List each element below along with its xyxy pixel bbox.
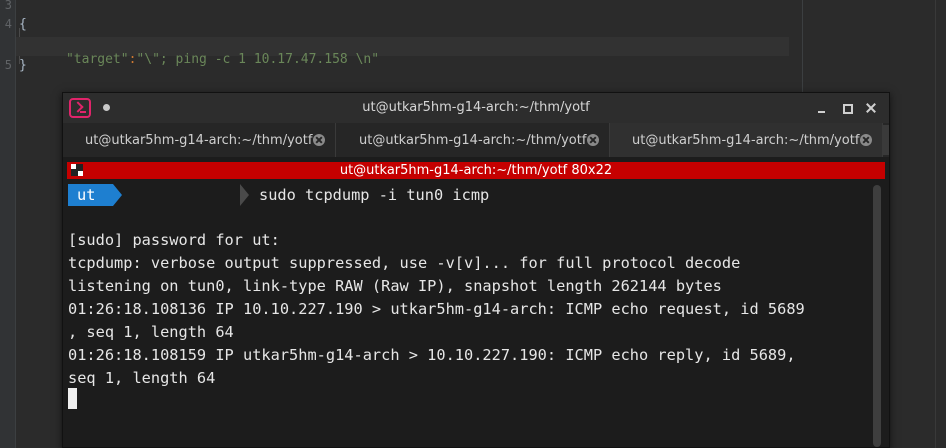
prompt-line: ~/thm/yotf ut sudo tcpdump -i tun0 icmp <box>68 184 588 206</box>
line-number: 5 <box>4 58 12 72</box>
json-key: "target" <box>65 52 129 67</box>
terminal-window[interactable]: ut@utkar5hm-g14-arch:~/thm/yotf ut@utkar… <box>62 92 890 448</box>
window-title: ut@utkar5hm-g14-arch:~/thm/yotf <box>362 100 590 115</box>
tab-scroll-handle[interactable] <box>883 125 889 155</box>
line-number: 3 <box>4 0 12 12</box>
powerline-arrow-icon <box>240 184 249 206</box>
tab-1[interactable]: ut@utkar5hm-g14-arch:~/thm/yotf <box>63 123 336 157</box>
tab-label: ut@utkar5hm-g14-arch:~/thm/yotf <box>85 133 313 148</box>
output-line: 01:26:18.108159 IP utkar5hm-g14-arch > 1… <box>68 346 796 364</box>
prompt-path: ~/thm/yotf <box>113 184 240 206</box>
tab-close-icon[interactable] <box>313 134 325 146</box>
terminal-output[interactable]: ~/thm/yotf ut sudo tcpdump -i tun0 icmp … <box>67 181 873 448</box>
output-line: seq 1, length 64 <box>68 369 216 387</box>
json-value: "\"; ping -c 1 10.17.47.158 \n" <box>136 52 380 67</box>
close-icon[interactable] <box>862 99 880 117</box>
maximize-icon[interactable] <box>838 99 856 117</box>
line-number-gutter: 3 4 5 <box>0 0 16 448</box>
title-bar[interactable]: ut@utkar5hm-g14-arch:~/thm/yotf <box>63 93 889 123</box>
code-line-target[interactable]: "target":"\"; ping -c 1 10.17.47.158 \n" <box>16 37 789 67</box>
tab-bar: ut@utkar5hm-g14-arch:~/thm/yotf ut@utkar… <box>63 123 889 157</box>
code-close-brace: } <box>19 58 27 73</box>
code-open-brace: { <box>19 17 27 32</box>
output-line: tcpdump: verbose output suppressed, use … <box>68 254 741 272</box>
output-line: , seq 1, length 64 <box>68 323 234 341</box>
prompt-user: ut <box>68 184 113 206</box>
text-cursor <box>68 388 77 409</box>
tab-3-active[interactable]: ut@utkar5hm-g14-arch:~/thm/yotf <box>610 123 883 157</box>
output-line: 01:26:18.108136 IP 10.10.227.190 > utkar… <box>68 300 805 318</box>
tab-label: ut@utkar5hm-g14-arch:~/thm/yotf <box>632 133 860 148</box>
editor-scrollbar[interactable] <box>935 0 946 448</box>
line-number: 4 <box>4 17 12 31</box>
status-text: ut@utkar5hm-g14-arch:~/thm/yotf 80x22 <box>339 163 613 178</box>
tab-label: ut@utkar5hm-g14-arch:~/thm/yotf <box>359 133 587 148</box>
tab-close-icon[interactable] <box>860 134 872 146</box>
tab-close-icon[interactable] <box>587 134 599 146</box>
prompt-command: sudo tcpdump -i tun0 icmp <box>259 186 490 204</box>
terminal-status-bar: ut@utkar5hm-g14-arch:~/thm/yotf 80x22 <box>67 162 885 179</box>
powerline-arrow-icon <box>113 184 122 206</box>
output-line: listening on tun0, link-type RAW (Raw IP… <box>68 277 722 295</box>
tab-2[interactable]: ut@utkar5hm-g14-arch:~/thm/yotf <box>337 123 610 157</box>
output-line: [sudo] password for ut: <box>68 231 280 249</box>
minimize-icon[interactable] <box>813 99 831 117</box>
terminal-scrollbar[interactable] <box>873 185 881 447</box>
